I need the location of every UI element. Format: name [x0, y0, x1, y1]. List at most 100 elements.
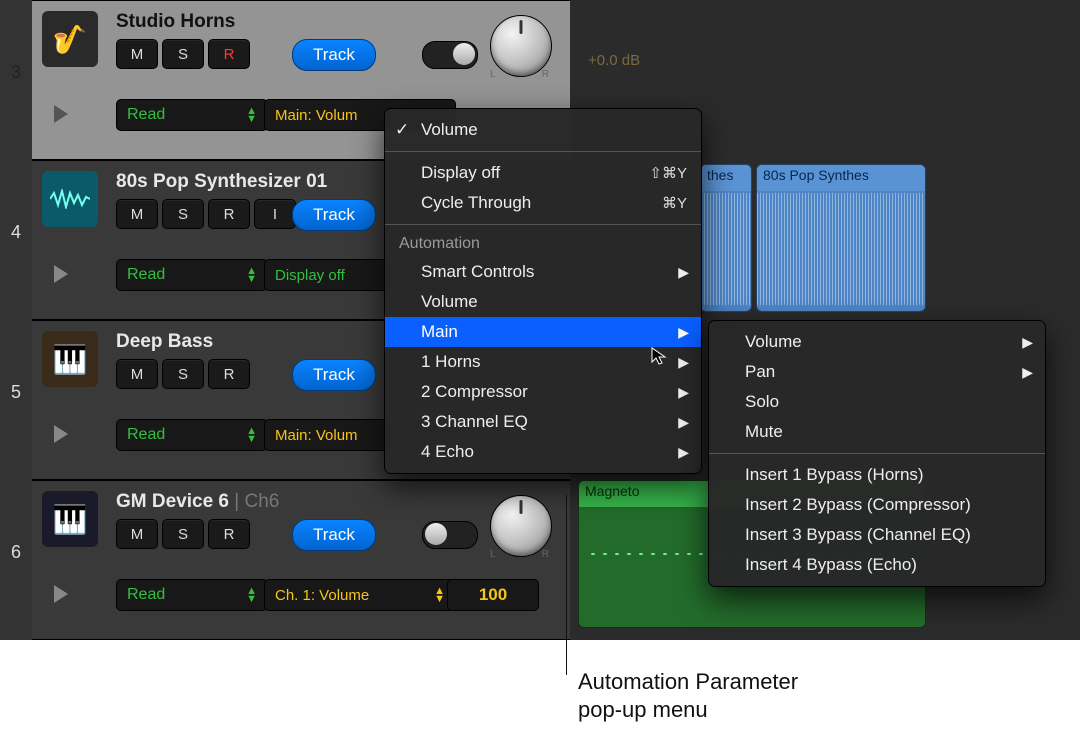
track-automation-button[interactable]: Track: [292, 199, 376, 231]
region-header: thes: [701, 165, 751, 191]
automation-mode-select[interactable]: Read▲▼: [116, 259, 268, 291]
menu-item-volume[interactable]: Volume: [385, 287, 701, 317]
submenu-item-mute[interactable]: Mute: [709, 417, 1045, 447]
track-number: 6: [0, 542, 32, 563]
record-button[interactable]: R: [208, 359, 250, 389]
submenu-item-insert-2[interactable]: Insert 2 Bypass (Compressor): [709, 490, 1045, 520]
track-number: 3: [0, 62, 32, 83]
submenu-arrow-icon: ▶: [678, 384, 689, 401]
automation-toggle[interactable]: [422, 521, 478, 549]
track-automation-button[interactable]: Track: [292, 359, 376, 391]
track-icon[interactable]: 🎷: [42, 11, 98, 67]
stepper-icon: ▲▼: [246, 427, 257, 443]
shortcut-label: ⌘Y: [662, 194, 687, 212]
doc-background: [0, 640, 1080, 739]
automation-param-submenu[interactable]: Volume▶ Pan▶ Solo Mute Insert 1 Bypass (…: [708, 320, 1046, 587]
track-header-6[interactable]: 🎹 GM Device 6 | Ch6 M S R Track LR Read▲…: [32, 480, 570, 640]
play-icon[interactable]: [54, 105, 68, 123]
submenu-item-solo[interactable]: Solo: [709, 387, 1045, 417]
record-button[interactable]: R: [208, 39, 250, 69]
track-number: 4: [0, 222, 32, 243]
menu-item-main[interactable]: Main▶: [385, 317, 701, 347]
pan-knob[interactable]: [490, 495, 552, 557]
track-automation-button[interactable]: Track: [292, 39, 376, 71]
solo-button[interactable]: S: [162, 39, 204, 69]
solo-button[interactable]: S: [162, 359, 204, 389]
menu-item-volume-checked[interactable]: ✓ Volume: [385, 115, 701, 145]
record-button[interactable]: R: [208, 519, 250, 549]
msr-group: M S R: [116, 519, 250, 549]
region-synth-2[interactable]: 80s Pop Synthes: [756, 164, 926, 312]
pan-labels: LR: [490, 549, 550, 560]
track-name[interactable]: Deep Bass: [116, 331, 213, 353]
stepper-icon: ▲▼: [246, 267, 257, 283]
pan-labels: LR: [490, 69, 550, 80]
automation-mode-select[interactable]: Read▲▼: [116, 99, 268, 131]
input-button[interactable]: I: [254, 199, 296, 229]
track-name[interactable]: 80s Pop Synthesizer 01: [116, 171, 327, 193]
track-name[interactable]: GM Device 6 | Ch6: [116, 491, 279, 513]
menu-item-display-off[interactable]: Display off ⇧⌘Y: [385, 158, 701, 188]
waveform: [757, 193, 925, 305]
submenu-arrow-icon: ▶: [678, 414, 689, 431]
submenu-item-pan[interactable]: Pan▶: [709, 357, 1045, 387]
menu-section-header: Automation: [385, 231, 701, 257]
stepper-icon: ▲▼: [246, 587, 257, 603]
submenu-arrow-icon: ▶: [678, 324, 689, 341]
submenu-arrow-icon: ▶: [1022, 364, 1033, 381]
shortcut-label: ⇧⌘Y: [649, 164, 687, 182]
callout-leader: [566, 495, 567, 675]
region-header: 80s Pop Synthes: [757, 165, 925, 191]
play-icon[interactable]: [54, 585, 68, 603]
menu-item-cycle-through[interactable]: Cycle Through ⌘Y: [385, 188, 701, 218]
solo-button[interactable]: S: [162, 519, 204, 549]
mute-button[interactable]: M: [116, 199, 158, 229]
waveform: [701, 193, 751, 305]
track-name[interactable]: Studio Horns: [116, 11, 235, 33]
pan-knob[interactable]: [490, 15, 552, 77]
track-icon[interactable]: [42, 171, 98, 227]
play-icon[interactable]: [54, 265, 68, 283]
mute-button[interactable]: M: [116, 519, 158, 549]
automation-value[interactable]: 100: [447, 579, 539, 611]
stepper-icon: ▲▼: [246, 107, 257, 123]
submenu-arrow-icon: ▶: [678, 444, 689, 461]
automation-mode-select[interactable]: Read▲▼: [116, 419, 268, 451]
menu-separator: [385, 224, 701, 225]
menu-item-3-channel-eq[interactable]: 3 Channel EQ▶: [385, 407, 701, 437]
automation-param-select[interactable]: Ch. 1: Volume▲▼: [264, 579, 456, 611]
track-icon[interactable]: 🎹: [42, 331, 98, 387]
submenu-item-insert-4[interactable]: Insert 4 Bypass (Echo): [709, 550, 1045, 580]
msr-group: M S R: [116, 359, 250, 389]
menu-separator: [709, 453, 1045, 454]
mute-button[interactable]: M: [116, 39, 158, 69]
record-button[interactable]: R: [208, 199, 250, 229]
menu-item-2-compressor[interactable]: 2 Compressor▶: [385, 377, 701, 407]
stepper-icon: ▲▼: [434, 587, 445, 603]
mute-button[interactable]: M: [116, 359, 158, 389]
callout-text: Automation Parameter pop-up menu: [578, 668, 798, 723]
automation-toggle[interactable]: [422, 41, 478, 69]
track-number-column: 3 4 5 6: [0, 0, 32, 640]
submenu-item-volume[interactable]: Volume▶: [709, 327, 1045, 357]
submenu-arrow-icon: ▶: [1022, 334, 1033, 351]
automation-mode-select[interactable]: Read▲▼: [116, 579, 268, 611]
submenu-item-insert-1[interactable]: Insert 1 Bypass (Horns): [709, 460, 1045, 490]
submenu-arrow-icon: ▶: [678, 354, 689, 371]
track-automation-button[interactable]: Track: [292, 519, 376, 551]
play-icon[interactable]: [54, 425, 68, 443]
daw-window: +0.0 dB thes 80s Pop Synthes Magneto 🎷 S…: [0, 0, 1080, 739]
submenu-arrow-icon: ▶: [678, 264, 689, 281]
menu-separator: [385, 151, 701, 152]
msr-group: M S R I: [116, 199, 296, 229]
menu-item-smart-controls[interactable]: Smart Controls▶: [385, 257, 701, 287]
region-synth-1[interactable]: thes: [700, 164, 752, 312]
track-icon[interactable]: 🎹: [42, 491, 98, 547]
menu-item-4-echo[interactable]: 4 Echo▶: [385, 437, 701, 467]
submenu-item-insert-3[interactable]: Insert 3 Bypass (Channel EQ): [709, 520, 1045, 550]
automation-param-menu[interactable]: ✓ Volume Display off ⇧⌘Y Cycle Through ⌘…: [384, 108, 702, 474]
menu-item-1-horns[interactable]: 1 Horns▶: [385, 347, 701, 377]
msr-group: M S R: [116, 39, 250, 69]
db-readout: +0.0 dB: [588, 52, 640, 69]
solo-button[interactable]: S: [162, 199, 204, 229]
